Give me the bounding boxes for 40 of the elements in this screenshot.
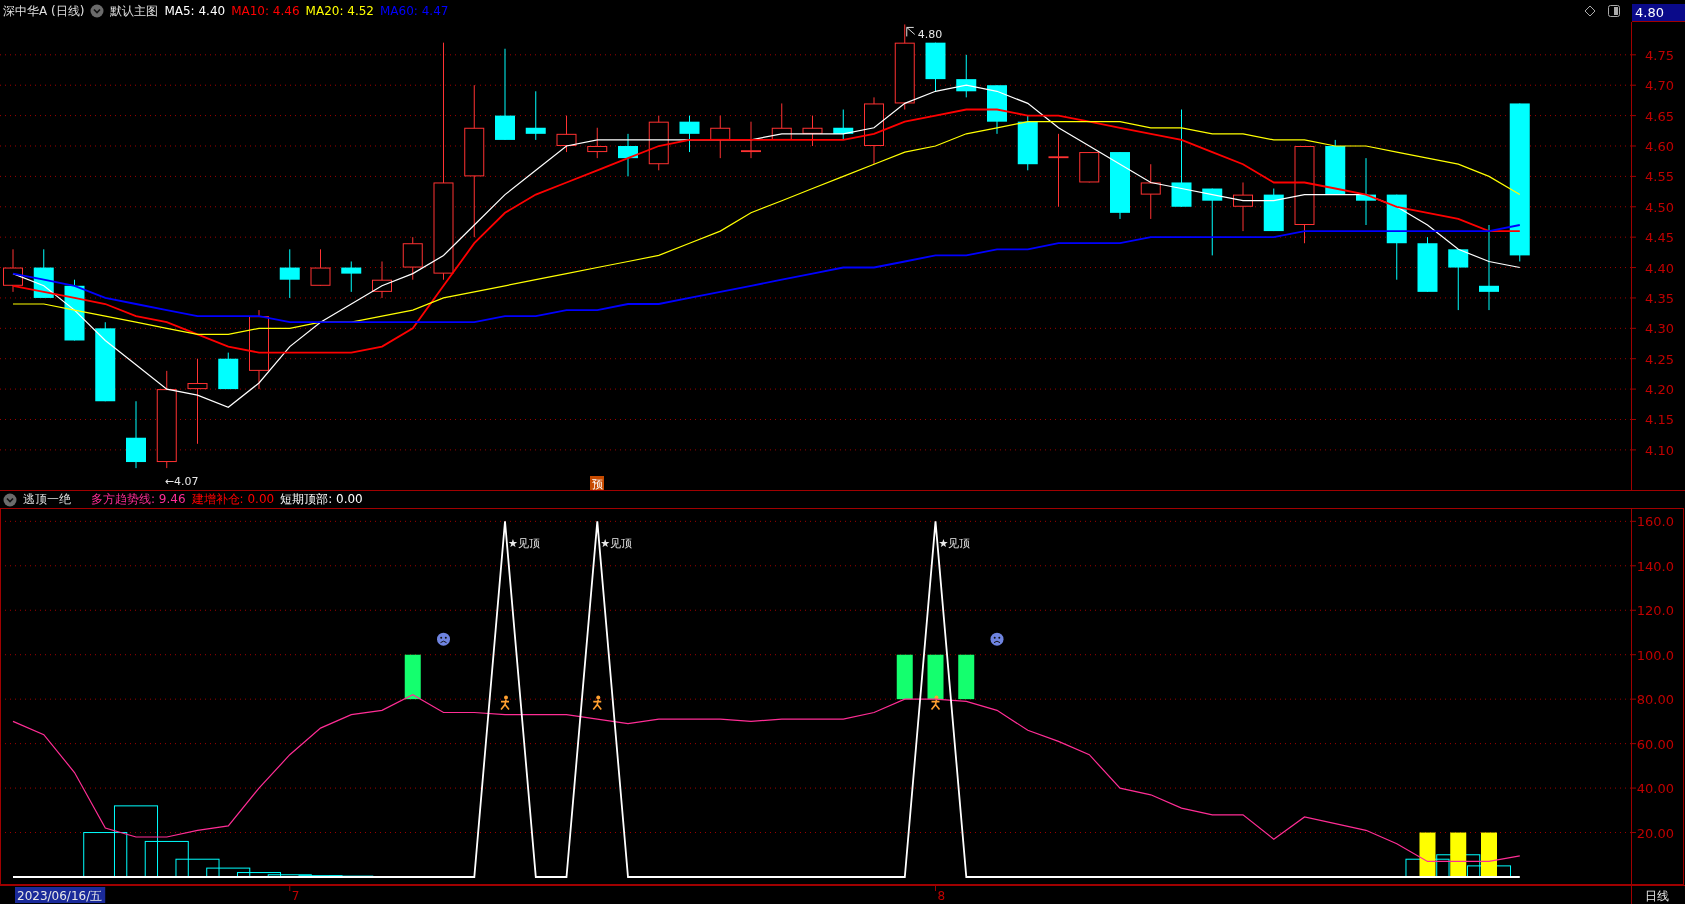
top-signal-label: ★见顶 xyxy=(938,537,971,551)
indicator-value: MA20: 4.52 xyxy=(305,4,374,18)
axis-label: 80.00 xyxy=(1636,692,1674,708)
axis-label: 4.20 xyxy=(1645,382,1674,398)
axis-label: 4.15 xyxy=(1645,412,1674,428)
chart-title: 深中华A (日线) xyxy=(3,2,85,20)
month-label: 8 xyxy=(937,889,946,903)
indicator-value: 建增补仓: 0.00 xyxy=(191,491,275,508)
axis-label: 120.0 xyxy=(1636,603,1674,619)
axis-label: 4.30 xyxy=(1645,321,1674,337)
axis-label: 4.65 xyxy=(1645,108,1674,124)
top-signal-label: ★见顶 xyxy=(508,537,540,551)
month-label: 7 xyxy=(291,889,300,903)
indicator-value: MA5: 4.40 xyxy=(164,4,226,18)
axis-label: 4.35 xyxy=(1645,290,1674,306)
indicator-value: 短期顶部: 0.00 xyxy=(280,491,363,508)
cursor-date-label: 2023/06/16/五 xyxy=(15,887,106,903)
axis-label: 40.00 xyxy=(1636,781,1674,797)
price-tag: 4.80 xyxy=(1632,4,1685,22)
axis-label: 4.50 xyxy=(1645,199,1674,215)
axis-label: 100.0 xyxy=(1636,647,1674,663)
low-price-label: ←4.07 xyxy=(164,475,199,489)
top-signal-label: ★见顶 xyxy=(600,537,633,551)
axis-label: 4.70 xyxy=(1645,78,1674,94)
axis-label: 4.40 xyxy=(1645,260,1674,276)
axis-label: 160.0 xyxy=(1636,514,1674,530)
axis-label: 140.0 xyxy=(1636,558,1674,574)
axis-label: 4.10 xyxy=(1645,442,1674,458)
axis-label: 4.45 xyxy=(1645,230,1674,246)
axis-label: 4.60 xyxy=(1645,139,1674,154)
indicator-value: MA60: 4.47 xyxy=(380,4,449,18)
indicator-value: MA10: 4.46 xyxy=(231,4,300,18)
axis-label: 4.25 xyxy=(1645,351,1674,367)
axis-label: 60.00 xyxy=(1636,736,1674,752)
axis-label: 4.55 xyxy=(1645,169,1674,185)
forecast-tag: 预 xyxy=(590,476,604,490)
high-price-label: 4.80 xyxy=(917,28,943,42)
axis-label: 20.00 xyxy=(1636,825,1674,841)
axis-label: 4.75 xyxy=(1645,47,1674,63)
indicator-value: 多方趋势线: 9.46 xyxy=(91,491,186,508)
